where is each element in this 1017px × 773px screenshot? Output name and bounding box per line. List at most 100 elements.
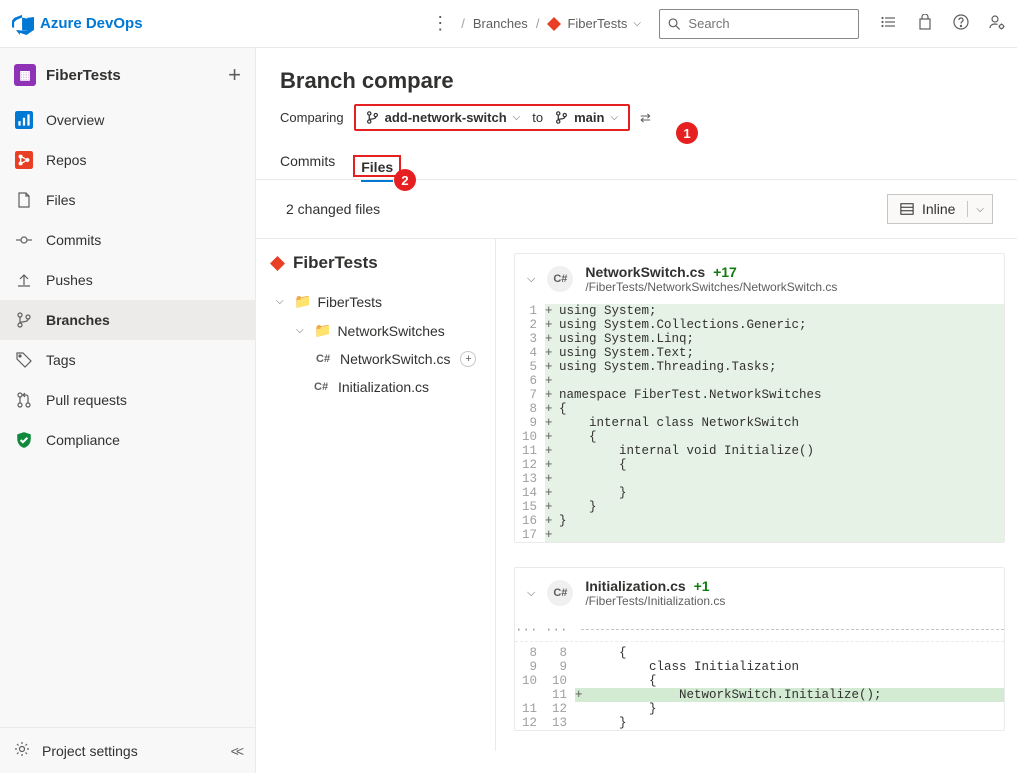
nav-compliance-label: Compliance xyxy=(46,432,120,448)
nav-repos[interactable]: Repos xyxy=(0,140,255,180)
to-branch-selector[interactable]: main ⌵ xyxy=(555,110,618,125)
breadcrumb-project[interactable]: FiberTests ⌵ xyxy=(547,16,641,31)
diff-file-title: Initialization.cs xyxy=(585,578,685,594)
nav-overview[interactable]: Overview xyxy=(0,100,255,140)
diff-line: 13+ xyxy=(515,472,1004,486)
from-branch-selector[interactable]: add-network-switch ⌵ xyxy=(366,110,521,125)
diff-view-mode-button[interactable]: Inline xyxy=(888,201,968,217)
diff-view-mode-dropdown[interactable]: ⌵ xyxy=(968,204,992,215)
tree-folder-label: NetworkSwitches xyxy=(337,323,444,339)
chevron-down-icon: ⌵ xyxy=(633,18,641,29)
chevron-down-icon[interactable]: ⌵ xyxy=(527,587,535,600)
tree-folder[interactable]: ⌵ 📁 NetworkSwitches xyxy=(266,316,485,345)
list-icon[interactable] xyxy=(881,14,897,33)
shopping-bag-icon[interactable] xyxy=(917,14,933,33)
diff-line: 15+ } xyxy=(515,500,1004,514)
search-box[interactable] xyxy=(659,9,859,39)
tree-root-label: FiberTests xyxy=(293,253,378,273)
nav-commits[interactable]: Commits xyxy=(0,220,255,260)
nav-pushes[interactable]: Pushes xyxy=(0,260,255,300)
breadcrumb-separator: / xyxy=(536,16,540,31)
to-label: to xyxy=(532,110,543,125)
page-title: Branch compare xyxy=(280,68,993,94)
help-icon[interactable] xyxy=(953,14,969,33)
diff-line: 7+namespace FiberTest.NetworkSwitches xyxy=(515,388,1004,402)
tags-icon xyxy=(14,352,34,368)
repo-icon xyxy=(270,256,285,271)
repos-icon xyxy=(14,151,34,169)
swap-branches-icon[interactable]: ⇄ xyxy=(640,110,651,126)
diff-line: 16+} xyxy=(515,514,1004,528)
chevron-down-icon: ⌵ xyxy=(296,325,308,336)
tree-root[interactable]: FiberTests xyxy=(266,253,485,287)
files-tab-highlight: Files xyxy=(353,155,401,177)
csharp-file-icon: C# xyxy=(547,266,573,292)
folder-icon: 📁 xyxy=(314,322,331,339)
pushes-icon xyxy=(14,272,34,288)
to-branch-label: main xyxy=(574,110,604,125)
nav-project-settings[interactable]: Project settings << xyxy=(0,727,255,773)
diff-code-block: ······ 88 {99 class Initialization1010 {… xyxy=(515,618,1004,730)
diff-line: 1213 } xyxy=(515,716,1004,730)
diff-file-title: NetworkSwitch.cs xyxy=(585,264,705,280)
nav-repos-label: Repos xyxy=(46,152,86,168)
diff-line: 1+using System; xyxy=(515,304,1004,318)
changed-files-count: 2 changed files xyxy=(280,201,380,217)
csharp-file-icon: C# xyxy=(314,381,332,393)
tree-file[interactable]: C# Initialization.cs xyxy=(266,373,485,401)
diff-line: 10+ { xyxy=(515,430,1004,444)
diff-line: 88 { xyxy=(515,646,1004,660)
tree-file[interactable]: C# NetworkSwitch.cs + xyxy=(266,345,485,373)
chevron-down-icon[interactable]: ⌵ xyxy=(527,273,535,286)
compare-row: Comparing add-network-switch ⌵ to main ⌵… xyxy=(280,104,993,131)
nav-pull-requests-label: Pull requests xyxy=(46,392,127,408)
nav-tags[interactable]: Tags xyxy=(0,340,255,380)
diff-line: 11+ NetworkSwitch.Initialize(); xyxy=(515,688,1004,702)
branch-icon xyxy=(555,111,568,124)
nav-pushes-label: Pushes xyxy=(46,272,93,288)
chevron-down-icon: ⌵ xyxy=(513,112,521,123)
repo-icon xyxy=(547,17,561,31)
chevron-down-icon: ⌵ xyxy=(276,296,288,307)
search-icon xyxy=(668,17,680,31)
branches-icon xyxy=(14,312,34,328)
file-added-badge: + xyxy=(460,351,476,367)
nav-files[interactable]: Files xyxy=(0,180,255,220)
pull-requests-icon xyxy=(14,392,34,408)
diff-file-card: ⌵ C# Initialization.cs +1 /FiberTests/In… xyxy=(514,567,1005,731)
diff-line: 17+ xyxy=(515,528,1004,542)
tab-commits[interactable]: Commits xyxy=(280,153,335,179)
diff-additions-count: +17 xyxy=(713,264,737,280)
folder-icon: 📁 xyxy=(294,293,311,310)
diff-additions-count: +1 xyxy=(694,578,710,594)
brand-logo[interactable]: Azure DevOps xyxy=(12,13,143,35)
project-name: FiberTests xyxy=(46,67,121,84)
more-icon[interactable]: ⋮ xyxy=(431,13,449,34)
nav-overview-label: Overview xyxy=(46,112,104,128)
csharp-file-icon: C# xyxy=(316,353,334,365)
diff-line: 12+ { xyxy=(515,458,1004,472)
diff-file-header[interactable]: ⌵ C# NetworkSwitch.cs +17 /FiberTests/Ne… xyxy=(515,254,1004,304)
nav-compliance[interactable]: Compliance xyxy=(0,420,255,460)
project-switcher[interactable]: ▦ FiberTests + xyxy=(0,48,255,100)
main-content: Branch compare Comparing add-network-swi… xyxy=(256,48,1017,773)
diff-line: 6+ xyxy=(515,374,1004,388)
diff-file-card: ⌵ C# NetworkSwitch.cs +17 /FiberTests/Ne… xyxy=(514,253,1005,543)
diff-code-block: 1+using System;2+using System.Collection… xyxy=(515,304,1004,542)
inline-view-icon xyxy=(900,202,914,216)
breadcrumb-branches[interactable]: Branches xyxy=(473,16,528,31)
nav-branches[interactable]: Branches xyxy=(0,300,255,340)
user-settings-icon[interactable] xyxy=(989,14,1005,33)
tab-files[interactable]: Files xyxy=(361,159,393,181)
add-project-icon[interactable]: + xyxy=(228,62,241,88)
diff-line: 4+using System.Text; xyxy=(515,346,1004,360)
csharp-file-icon: C# xyxy=(547,580,573,606)
search-input[interactable] xyxy=(688,16,850,31)
nav-settings-label: Project settings xyxy=(42,743,138,759)
tree-folder[interactable]: ⌵ 📁 FiberTests xyxy=(266,287,485,316)
diff-file-header[interactable]: ⌵ C# Initialization.cs +1 /FiberTests/In… xyxy=(515,568,1004,618)
collapse-sidebar-icon[interactable]: << xyxy=(231,743,241,759)
diff-view-mode: Inline ⌵ xyxy=(887,194,993,224)
nav-pull-requests[interactable]: Pull requests xyxy=(0,380,255,420)
project-badge-icon: ▦ xyxy=(14,64,36,86)
